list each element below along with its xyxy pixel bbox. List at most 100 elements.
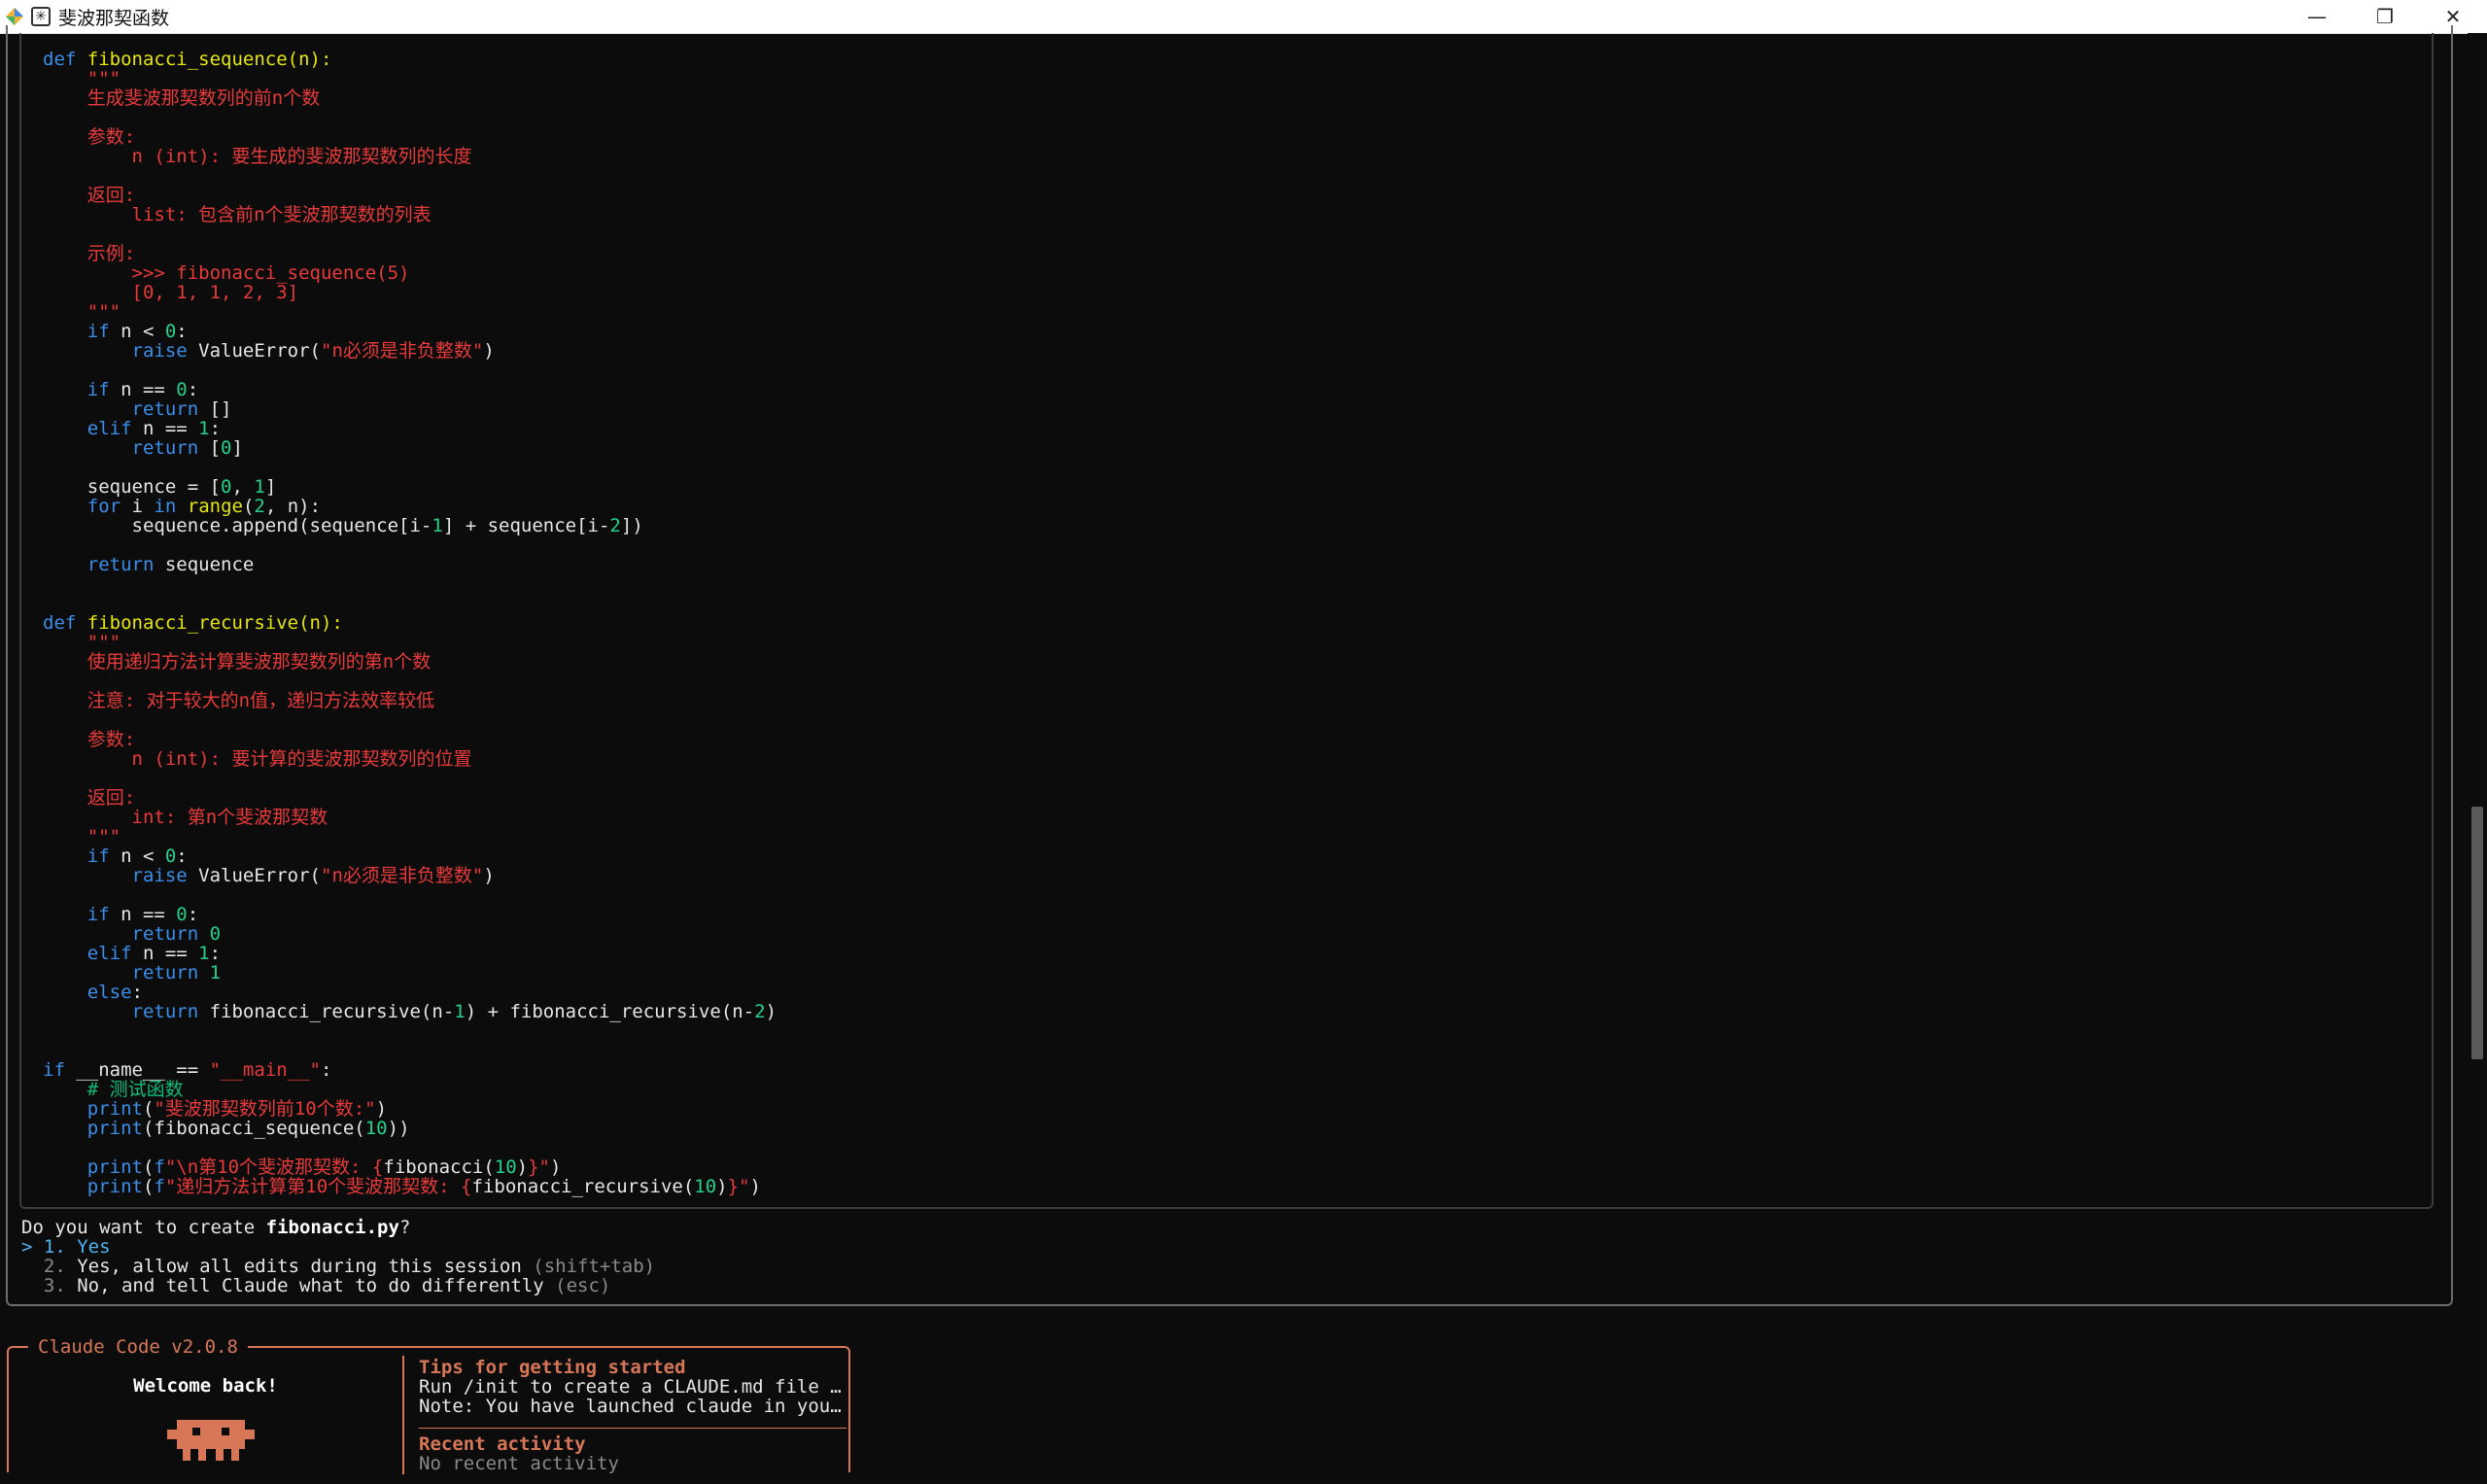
code-token: fibonacci_recursive(n): [86, 612, 343, 634]
code-token: 2 [754, 1001, 766, 1022]
code-token: fibonacci( [383, 1156, 495, 1178]
code-token: 1 [198, 943, 210, 964]
code-token: ( [142, 1176, 155, 1197]
code-token: "递归方法计算第10个斐波那契数: { [164, 1176, 472, 1197]
app-logo-icon [4, 6, 25, 27]
code-token: if [43, 904, 110, 925]
option-no[interactable]: 3. No, and tell Claude what to do differ… [21, 1275, 610, 1296]
code-line: 示例: [43, 243, 135, 264]
code-token: __name__ == [64, 1059, 210, 1081]
code-token: 1 [209, 962, 222, 984]
code-token: : [131, 982, 143, 1003]
code-token: 0 [209, 923, 222, 945]
code-token: ValueError( [187, 340, 321, 362]
code-token: 使用递归方法计算斐波那契数列的第n个数 [43, 651, 432, 673]
code-line: """ [43, 301, 121, 323]
code-token: in [154, 496, 177, 517]
code-token: : [187, 904, 199, 925]
scrollbar[interactable] [2468, 33, 2487, 1484]
code-token: def [43, 612, 87, 634]
code-token: 参数: [43, 126, 136, 148]
code-token: f [154, 1176, 165, 1197]
welcome-title: Claude Code v2.0.8 [28, 1336, 248, 1358]
code-token: range [187, 496, 243, 517]
code-token: >>> fibonacci_sequence(5) [43, 262, 410, 284]
code-line: return [0] [43, 437, 243, 459]
code-token: 返回: [43, 787, 136, 809]
code-line: return sequence [43, 554, 255, 575]
code-token: 2 [609, 515, 621, 536]
code-line: def fibonacci_sequence(n): [43, 49, 331, 70]
code-line: # 测试函数 [43, 1079, 184, 1100]
code-token: 生成斐波那契数列的前n个数 [43, 87, 321, 109]
prompt-question: Do you want to create fibonacci.py? [21, 1217, 411, 1238]
code-token: ( [142, 1098, 155, 1120]
code-token: return [43, 923, 199, 945]
code-token: (fibonacci_sequence( [142, 1118, 365, 1139]
code-token: [] [198, 398, 232, 420]
code-token: 1 [454, 1001, 466, 1022]
code-line: 返回: [43, 185, 135, 206]
code-token: elif [43, 418, 132, 439]
code-line: if n == 0: [43, 379, 198, 400]
code-token: : [321, 1059, 332, 1081]
code-token: 10 [694, 1176, 717, 1197]
code-token: ) [375, 1098, 388, 1120]
code-line: n (int): 要生成的斐波那契数列的长度 [43, 146, 472, 167]
code-token: ValueError( [187, 865, 321, 886]
code-token: ] [231, 437, 243, 459]
code-token: """ [43, 301, 121, 323]
code-token: n < [109, 321, 165, 342]
code-token: 10 [364, 1118, 388, 1139]
welcome-greeting: Welcome back! [133, 1375, 278, 1397]
code-token: """ [43, 632, 121, 653]
scrollbar-thumb[interactable] [2471, 807, 2483, 1059]
code-token: return [43, 554, 155, 575]
option-yes[interactable]: > 1. Yes [21, 1236, 111, 1258]
code-token: ) + fibonacci_recursive(n- [465, 1001, 755, 1022]
code-token: ) [716, 1176, 728, 1197]
code-line: elif n == 1: [43, 943, 221, 964]
code-token: 0 [164, 846, 177, 867]
code-preview: def fibonacci_sequence(n): """ 生成斐波那契数列的… [43, 50, 777, 1196]
code-line: >>> fibonacci_sequence(5) [43, 262, 410, 284]
code-token: }" [727, 1176, 750, 1197]
code-token: sequence [154, 554, 255, 575]
code-line: 生成斐波那契数列的前n个数 [43, 87, 320, 109]
code-token: , n): [264, 496, 322, 517]
code-token: }" [528, 1156, 550, 1178]
code-token: else [43, 982, 132, 1003]
code-line: for i in range(2, n): [43, 496, 321, 517]
code-token: n (int): 要计算的斐波那契数列的位置 [43, 748, 472, 770]
code-token: n == [131, 418, 199, 439]
code-token: 示例: [43, 243, 136, 264]
create-file-prompt: Do you want to create fibonacci.py? > 1.… [21, 1218, 655, 1295]
code-line: sequence.append(sequence[i-1] + sequence… [43, 515, 643, 536]
code-line: list: 包含前n个斐波那契数的列表 [43, 204, 432, 225]
code-token: n == [109, 379, 177, 400]
code-line: if n < 0: [43, 846, 188, 867]
option-yes-allow-all[interactable]: 2. Yes, allow all edits during this sess… [21, 1256, 655, 1277]
tip-line: Run /init to create a CLAUDE.md file w… [419, 1377, 846, 1397]
code-line: 注意: 对于较大的n值，递归方法效率较低 [43, 690, 434, 711]
code-token: ) [516, 1156, 529, 1178]
code-token: : [187, 379, 199, 400]
code-token: 0 [221, 437, 232, 459]
terminal-icon: ✳ [31, 7, 51, 26]
code-line: 返回: [43, 787, 135, 809]
code-token: "斐波那契数列前10个数:" [154, 1098, 376, 1120]
code-token: ) [749, 1176, 761, 1197]
code-line: print(f"递归方法计算第10个斐波那契数: {fibonacci_recu… [43, 1176, 761, 1197]
code-token: print [43, 1156, 143, 1178]
recent-activity-heading: Recent activity [419, 1433, 586, 1455]
code-line: print(f"\n第10个斐波那契数: {fibonacci(10)}") [43, 1156, 562, 1178]
code-line: sequence = [0, 1] [43, 476, 277, 498]
code-token: 0 [176, 379, 188, 400]
code-token: return [43, 437, 199, 459]
code-token: ] [264, 476, 277, 498]
code-token: """ [43, 68, 121, 89]
code-token: , [231, 476, 255, 498]
code-token: """ [43, 826, 121, 847]
code-line: if n == 0: [43, 904, 198, 925]
code-token: "n必须是非负整数" [321, 865, 484, 886]
